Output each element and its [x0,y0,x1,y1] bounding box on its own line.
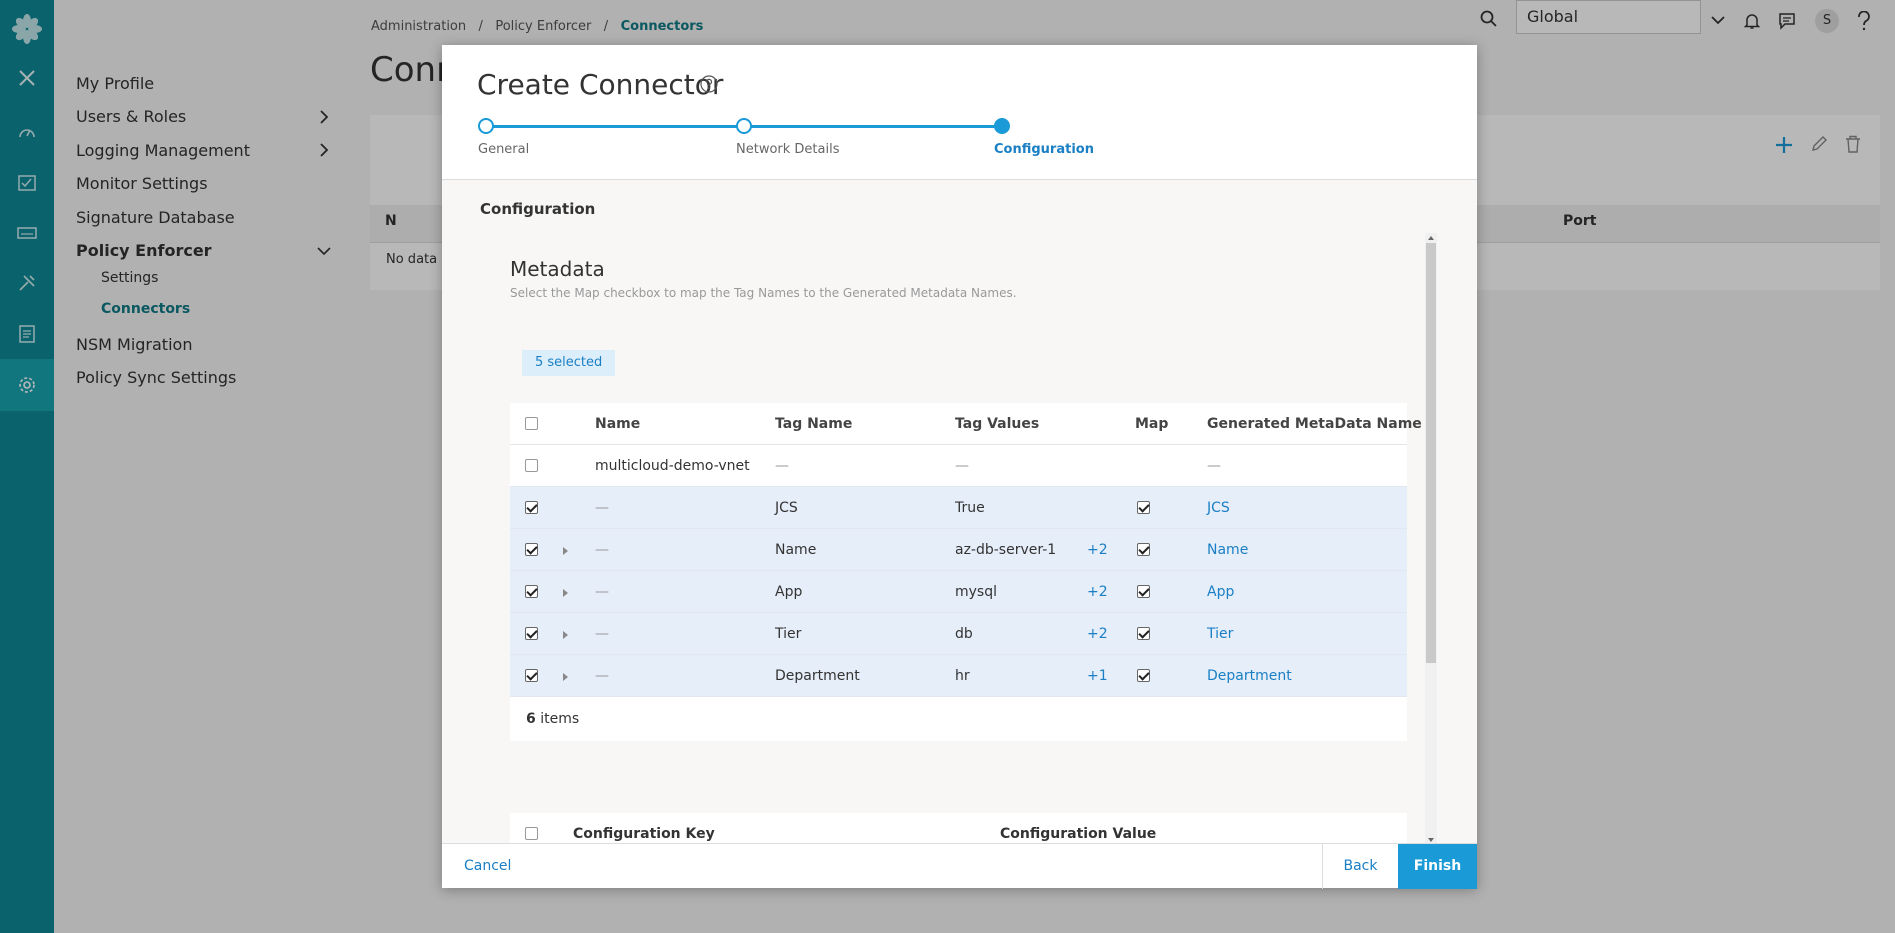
scroll-up-arrow-icon[interactable] [1428,236,1434,240]
row-checkbox[interactable] [525,585,538,598]
metadata-title: Metadata [510,257,605,281]
table-row[interactable]: — Name az-db-server-1 +2 Name [510,529,1407,571]
table-row[interactable]: — Department hr +1 Department [510,655,1407,697]
row-tag-value: mysql [955,584,997,600]
step-network-details-marker[interactable] [736,118,752,134]
dialog-title: Create Connector [477,68,724,101]
row-name: — [595,542,609,558]
map-checkbox[interactable] [1137,585,1150,598]
row-name: multicloud-demo-vnet [595,458,750,474]
create-connector-dialog: Create Connector General Network Details… [442,45,1477,889]
question-circle-icon[interactable] [700,75,718,93]
items-label: items [540,711,580,727]
column-header-map[interactable]: Map [1135,403,1168,445]
section-title: Configuration [480,200,596,218]
row-name: — [595,626,609,642]
row-generated-name[interactable]: App [1207,571,1234,613]
select-all-checkbox[interactable] [525,417,538,430]
row-tag-name: JCS [775,500,798,516]
step-configuration-marker[interactable] [994,118,1010,134]
step-general-marker[interactable] [478,118,494,134]
map-checkbox[interactable] [1137,669,1150,682]
row-generated-name[interactable]: JCS [1207,487,1230,529]
step-general-label[interactable]: General [478,142,529,157]
column-header-generated-metadata-name[interactable]: Generated MetaData Name [1207,403,1422,445]
map-checkbox[interactable] [1137,501,1150,514]
row-checkbox[interactable] [525,459,538,472]
table-row[interactable]: — JCS True JCS [510,487,1407,529]
row-tag-value: — [955,458,969,474]
row-tag-name: App [775,584,803,600]
map-checkbox[interactable] [1137,627,1150,640]
expand-row-icon[interactable] [563,547,568,555]
items-count: 6 [526,711,536,727]
finish-button[interactable]: Finish [1398,844,1477,889]
row-tag-name: — [775,458,789,474]
expand-row-icon[interactable] [563,631,568,639]
row-checkbox[interactable] [525,627,538,640]
row-generated-name: — [1207,458,1221,474]
more-values-link[interactable]: +2 [1087,529,1108,571]
row-checkbox[interactable] [525,543,538,556]
config-select-all-checkbox[interactable] [525,827,538,840]
row-name: — [595,584,609,600]
row-tag-name: Department [775,668,860,684]
column-header-tag-values[interactable]: Tag Values [955,403,1039,445]
table-footer: 6 items [510,697,1407,741]
row-checkbox[interactable] [525,501,538,514]
table-row[interactable]: multicloud-demo-vnet — — — [510,445,1407,487]
selected-count-badge: 5 selected [522,350,616,376]
row-tag-value: hr [955,668,970,684]
cancel-button[interactable]: Cancel [464,844,511,889]
column-header-name[interactable]: Name [595,403,640,445]
expand-row-icon[interactable] [563,673,568,681]
row-generated-name[interactable]: Name [1207,529,1248,571]
row-generated-name[interactable]: Department [1207,655,1292,697]
row-checkbox[interactable] [525,669,538,682]
row-generated-name[interactable]: Tier [1207,613,1233,655]
metadata-subtitle: Select the Map checkbox to map the Tag N… [510,286,1017,300]
table-row[interactable]: — Tier db +2 Tier [510,613,1407,655]
row-tag-value: db [955,626,973,642]
scroll-down-arrow-icon[interactable] [1428,838,1434,842]
row-name: — [595,668,609,684]
dialog-footer: Cancel Back Finish [442,843,1477,889]
row-tag-name: Name [775,542,817,558]
more-values-link[interactable]: +1 [1087,655,1108,697]
row-tag-value: True [955,500,985,516]
metadata-table: Name Tag Name Tag Values Map Generated M… [510,403,1422,741]
step-configuration-label: Configuration [994,142,1094,157]
dialog-header: Create Connector General Network Details… [442,45,1477,180]
expand-row-icon[interactable] [563,589,568,597]
row-tag-name: Tier [775,626,802,642]
back-button[interactable]: Back [1322,844,1398,889]
step-network-details-label[interactable]: Network Details [736,142,839,157]
column-header-tag-name[interactable]: Tag Name [775,403,852,445]
map-checkbox[interactable] [1137,543,1150,556]
table-row[interactable]: — App mysql +2 App [510,571,1407,613]
row-name: — [595,500,609,516]
scroll-thumb[interactable] [1426,243,1436,663]
dialog-scrollbar[interactable] [1425,233,1437,845]
table-header-row: Name Tag Name Tag Values Map Generated M… [510,403,1422,445]
row-tag-value: az-db-server-1 [955,542,1057,558]
more-values-link[interactable]: +2 [1087,571,1108,613]
more-values-link[interactable]: +2 [1087,613,1108,655]
